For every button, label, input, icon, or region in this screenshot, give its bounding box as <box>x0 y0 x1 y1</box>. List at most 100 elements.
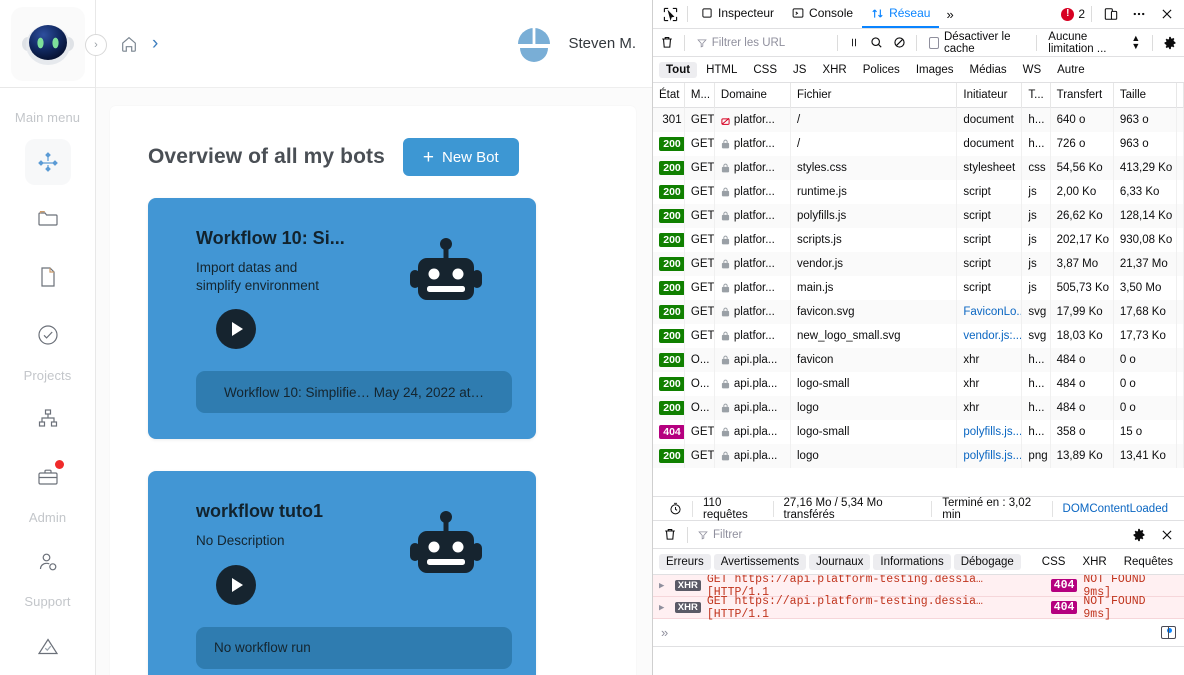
console-tab-debogage[interactable]: Débogage <box>953 553 1021 570</box>
bot-card[interactable]: workflow tuto1 No Description No workflo… <box>148 471 536 675</box>
new-bot-button[interactable]: + New Bot <box>402 138 519 176</box>
column-header-initiateur[interactable]: Initiateur <box>957 83 1023 108</box>
console-error-message[interactable]: ▶ XHR GET https://api.platform-testing.des… <box>653 595 1184 621</box>
type-filter-tout[interactable]: Tout <box>659 61 698 78</box>
table-row[interactable]: 200 GET platfor... new_logo_small.svg vendor… <box>653 324 1184 348</box>
column-header-taille[interactable]: Taille <box>1114 83 1178 108</box>
run-bot-button[interactable] <box>216 309 256 350</box>
sidebar-item-check[interactable] <box>25 312 71 358</box>
column-header-type[interactable]: T... <box>1022 83 1051 108</box>
table-row[interactable]: 200 GET platfor... polyfills.js script js 26,6… <box>653 204 1184 228</box>
type-filter-images[interactable]: Images <box>909 62 961 78</box>
expand-arrow-icon[interactable]: ▶ <box>659 603 669 613</box>
sidebar-item-briefcase[interactable] <box>25 454 71 500</box>
sidebar-item-document[interactable] <box>25 254 71 300</box>
table-row[interactable]: 200 GET platfor... favicon.svg FaviconLo... s… <box>653 300 1184 324</box>
column-header-transfert[interactable]: Transfert <box>1051 83 1114 108</box>
console-filter-toolbar: Filtrer <box>653 521 1184 549</box>
tab-label: Réseau <box>889 6 931 20</box>
pause-icon[interactable] <box>844 31 865 55</box>
sidebar-item-workflow[interactable] <box>24 139 71 185</box>
disable-cache-checkbox[interactable]: Désactiver le cache <box>923 31 1029 55</box>
clear-icon[interactable] <box>657 31 678 55</box>
settings-gear-icon[interactable] <box>1159 31 1180 55</box>
console-close-icon[interactable] <box>1154 523 1180 547</box>
close-icon[interactable] <box>1154 2 1180 26</box>
table-row[interactable]: 200 GET platfor... main.js script js 505,73 Ko… <box>653 276 1184 300</box>
type-filter-html[interactable]: HTML <box>699 62 744 78</box>
sidebar-item-folder[interactable] <box>25 197 71 243</box>
column-header-waterfall[interactable] <box>1177 83 1184 108</box>
more-options-icon[interactable] <box>1126 2 1152 26</box>
console-tab-avertissements[interactable]: Avertissements <box>713 553 807 570</box>
console-tab-css[interactable]: CSS <box>1035 554 1073 570</box>
filterbar-divider-3 <box>916 34 918 51</box>
cell-transfer: 358 o <box>1051 420 1114 444</box>
console-tab-xhr[interactable]: XHR <box>1075 554 1113 570</box>
console-tab-informations[interactable]: Informations <box>873 553 951 570</box>
clear-console-icon[interactable] <box>657 523 683 547</box>
type-filter-polices[interactable]: Polices <box>856 62 907 78</box>
domain-text: platfor... <box>733 114 775 126</box>
user-area[interactable]: Steven M. <box>512 22 636 66</box>
sidebar-collapse-button[interactable]: › <box>85 34 107 56</box>
network-requests-table[interactable]: État M... Domaine Fichier Initiateur T..… <box>653 83 1184 496</box>
bot-card[interactable]: Workflow 10: Si... Import datas and simp… <box>148 198 536 440</box>
throttling-select[interactable]: Aucune limitation ... ▲ ▼ <box>1042 31 1146 55</box>
table-row[interactable]: 200 O... api.pla... favicon xhr h... 484 o0 o <box>653 348 1184 372</box>
run-bot-button[interactable] <box>216 564 256 605</box>
domain-text: platfor... <box>733 258 775 270</box>
sidebar-item-support[interactable] <box>25 623 71 669</box>
cell-initiator[interactable]: vendor.js:... <box>957 324 1023 348</box>
app-logo[interactable] <box>10 6 85 81</box>
table-row[interactable]: 404 GET api.pla... logo-small polyfills.js..… <box>653 420 1184 444</box>
type-filter-css[interactable]: CSS <box>746 62 784 78</box>
table-row[interactable]: 200 GET platfor... vendor.js script js 3,87 Mo… <box>653 252 1184 276</box>
error-count-badge[interactable]: ! 2 <box>1061 7 1085 21</box>
cell-method: GET <box>685 252 715 276</box>
console-filter-input[interactable]: Filtrer <box>692 525 832 545</box>
search-icon[interactable] <box>866 31 887 55</box>
more-tabs-button[interactable]: » <box>939 7 960 22</box>
console-tab-requetes[interactable]: Requêtes <box>1117 554 1180 570</box>
tab-inspecteur[interactable]: Inspecteur <box>692 0 783 28</box>
element-picker-icon[interactable] <box>657 2 683 26</box>
tab-console[interactable]: Console <box>783 0 862 28</box>
table-row[interactable]: 200 GET platfor... / document h... 726 o 963 o <box>653 132 1184 156</box>
table-row[interactable]: 200 GET platfor... styles.css stylesheet css 5… <box>653 156 1184 180</box>
console-tab-erreurs[interactable]: Erreurs <box>659 553 711 570</box>
block-icon[interactable] <box>889 31 910 55</box>
chevron-updown-icon: ▲ ▼ <box>1131 33 1141 51</box>
expand-arrow-icon[interactable]: ▶ <box>659 581 669 591</box>
table-row[interactable]: 200 O... api.pla... logo-small xhr h... 484 o0… <box>653 372 1184 396</box>
lock-icon <box>721 283 730 293</box>
column-header-fichier[interactable]: Fichier <box>791 83 958 108</box>
type-filter-autre[interactable]: Autre <box>1050 62 1092 78</box>
column-header-methode[interactable]: M... <box>685 83 715 108</box>
table-row[interactable]: 200 GET platfor... runtime.js script js 2,00 K… <box>653 180 1184 204</box>
type-filter-ws[interactable]: WS <box>1016 62 1049 78</box>
url-filter-input[interactable]: Filtrer les URL <box>691 33 831 53</box>
type-filter-js[interactable]: JS <box>786 62 813 78</box>
console-prompt-row[interactable]: » <box>653 619 1184 647</box>
home-icon[interactable] <box>120 35 138 53</box>
sidebar-group-label-main-menu: Main menu <box>14 110 81 125</box>
cell-initiator[interactable]: FaviconLo... <box>957 300 1023 324</box>
table-row[interactable]: 200 GET api.pla... logo polyfills.js... png 13… <box>653 444 1184 468</box>
type-filter-medias[interactable]: Médias <box>963 62 1014 78</box>
tab-reseau[interactable]: Réseau <box>862 0 940 28</box>
cell-initiator[interactable]: polyfills.js... <box>957 420 1023 444</box>
sidebar-item-org-chart[interactable] <box>25 397 71 443</box>
split-console-icon[interactable] <box>1161 626 1176 639</box>
column-header-etat[interactable]: État <box>653 83 685 108</box>
console-tab-journaux[interactable]: Journaux <box>809 553 871 570</box>
table-row[interactable]: 301 GET platfor... / document h... 640 o 963 o <box>653 108 1184 132</box>
sidebar-item-user-settings[interactable] <box>25 539 71 585</box>
table-row[interactable]: 200 O... api.pla... logo xhr h... 484 o0 o <box>653 396 1184 420</box>
type-filter-xhr[interactable]: XHR <box>815 62 853 78</box>
cell-initiator[interactable]: polyfills.js... <box>957 444 1023 468</box>
column-header-domaine[interactable]: Domaine <box>715 83 791 108</box>
responsive-design-icon[interactable] <box>1098 2 1124 26</box>
console-settings-icon[interactable] <box>1126 523 1152 547</box>
table-row[interactable]: 200 GET platfor... scripts.js script js 202,17… <box>653 228 1184 252</box>
